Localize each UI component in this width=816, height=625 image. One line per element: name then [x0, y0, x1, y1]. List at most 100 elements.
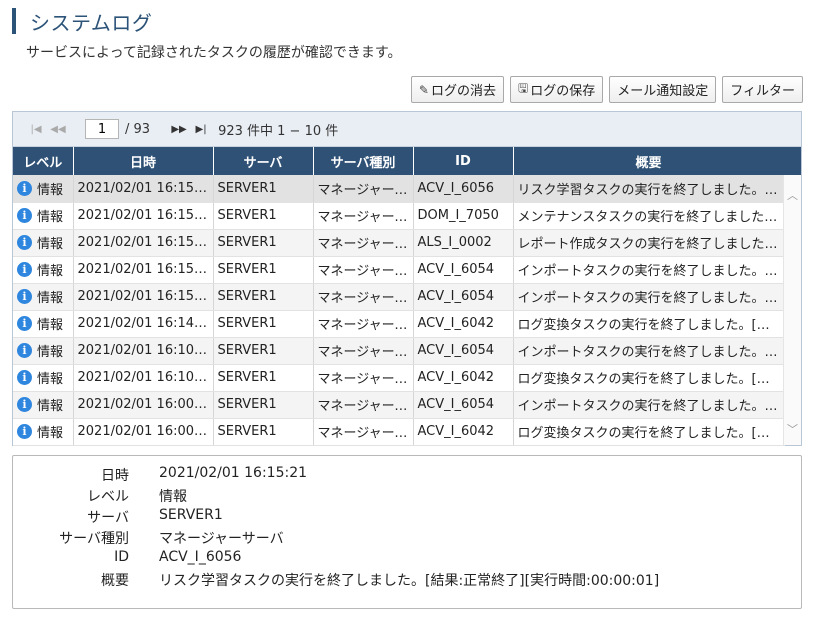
- cell-id: ACV_I_6042: [413, 418, 514, 446]
- cell-id: ACV_I_6056: [413, 175, 514, 203]
- cell-server-type: マネージャーサーバ: [313, 418, 414, 446]
- table-row[interactable]: i 情報 2021/02/01 16:14:50SERVER1マネージャーサーバAC…: [13, 310, 785, 338]
- filter-button[interactable]: フィルター: [722, 76, 803, 103]
- table-row[interactable]: i 情報 2021/02/01 16:15:03SERVER1マネージャーサーバAC…: [13, 256, 785, 284]
- cell-level: i 情報: [13, 391, 74, 419]
- cell-id: ACV_I_6054: [413, 337, 514, 365]
- clear-log-button[interactable]: ✎ ログの消去: [410, 76, 504, 103]
- cell-level-text: 情報: [37, 291, 64, 306]
- cell-id: ACV_I_6054: [413, 391, 514, 419]
- cell-server-type: マネージャーサーバ: [313, 310, 414, 338]
- cell-server: SERVER1: [213, 418, 314, 446]
- detail-value-id: ACV_I_6056: [159, 549, 242, 565]
- cell-level: i 情報: [13, 283, 74, 311]
- page-subtitle: サービスによって記録されたタスクの履歴が確認できます。: [26, 45, 402, 61]
- mail-notification-label: メール通知設定: [617, 84, 709, 99]
- cell-server: SERVER1: [213, 364, 314, 392]
- toolbar: ✎ ログの消去 🖫 ログの保存 メール通知設定 フィルター: [410, 76, 803, 103]
- save-log-label: ログの保存: [530, 84, 596, 99]
- info-icon: i: [17, 262, 32, 277]
- eraser-icon: ✎: [418, 82, 429, 97]
- col-header-server-type[interactable]: サーバ種別: [313, 147, 414, 175]
- info-icon: i: [17, 289, 32, 304]
- cell-level: i 情報: [13, 337, 74, 365]
- table-row[interactable]: i 情報 2021/02/01 16:15:10SERVER1マネージャーサーバDO…: [13, 202, 785, 230]
- cell-server-type: マネージャーサーバ: [313, 229, 414, 257]
- detail-label-id: ID: [114, 549, 129, 565]
- first-page-icon[interactable]: |◀: [25, 124, 47, 135]
- cell-summary: メンテナンスタスクの実行を終了しました。[結果:正常終了]: [513, 202, 785, 230]
- cell-level-text: 情報: [37, 182, 64, 198]
- table-row[interactable]: i 情報 2021/02/01 16:10:30SERVER1マネージャーサーバAC…: [13, 337, 785, 365]
- prev-page-icon[interactable]: ◀◀: [47, 124, 69, 135]
- cell-id: ACV_I_6054: [413, 256, 514, 284]
- filter-label: フィルター: [730, 84, 795, 99]
- cell-datetime: 2021/02/01 16:15:10: [73, 202, 214, 230]
- info-icon: i: [17, 424, 32, 439]
- col-header-summary[interactable]: 概要: [513, 147, 785, 175]
- cell-server: SERVER1: [213, 175, 314, 203]
- info-icon: i: [17, 180, 32, 196]
- save-log-button[interactable]: 🖫 ログの保存: [509, 76, 604, 103]
- cell-server: SERVER1: [213, 256, 314, 284]
- cell-level: i 情報: [13, 256, 74, 284]
- last-page-icon[interactable]: ▶|: [190, 124, 212, 135]
- col-header-datetime[interactable]: 日時: [73, 147, 214, 175]
- detail-value-level: 情報: [159, 489, 187, 505]
- detail-label-datetime: 日時: [101, 468, 129, 484]
- scroll-down-icon[interactable]: ﹀: [787, 421, 798, 437]
- detail-label-level: レベル: [87, 489, 129, 505]
- cell-level-text: 情報: [37, 345, 64, 360]
- col-header-level[interactable]: レベル: [13, 147, 74, 175]
- cell-server: SERVER1: [213, 391, 314, 419]
- cell-server-type: マネージャーサーバ: [313, 175, 414, 203]
- detail-value-summary: リスク学習タスクの実行を終了しました。[結果:正常終了][実行時間:00:00:…: [159, 573, 660, 589]
- cell-server-type: マネージャーサーバ: [313, 283, 414, 311]
- next-page-icon[interactable]: ▶▶: [168, 124, 190, 135]
- cell-datetime: 2021/02/01 16:00:20: [73, 418, 214, 446]
- detail-value-server: SERVER1: [159, 507, 223, 523]
- detail-value-datetime: 2021/02/01 16:15:21: [159, 465, 308, 481]
- detail-label-server-type: サーバ種別: [59, 531, 129, 547]
- pager: |◀ ◀◀ / 93 ▶▶ ▶| 923 件中 1 − 10 件: [13, 112, 801, 147]
- cell-summary: インポートタスクの実行を終了しました。[結果:正常終了]: [513, 256, 785, 284]
- scroll-up-icon[interactable]: ︿: [787, 187, 798, 203]
- cell-summary: リスク学習タスクの実行を終了しました。[結果:正常終了][実行時間:00:00:…: [513, 175, 785, 203]
- log-table: レベル 日時 サーバ サーバ種別 ID 概要 i 情報 2021/02/01 16:…: [13, 147, 785, 446]
- table-row[interactable]: i 情報 2021/02/01 16:15:21SERVER1マネージャーサーバAC…: [13, 175, 785, 203]
- page-title: システムログ: [30, 10, 153, 35]
- col-header-id[interactable]: ID: [413, 147, 514, 175]
- vertical-scrollbar[interactable]: ︿ ﹀: [783, 175, 801, 445]
- mail-notification-button[interactable]: メール通知設定: [609, 76, 717, 103]
- table-row[interactable]: i 情報 2021/02/01 16:00:30SERVER1マネージャーサーバAC…: [13, 391, 785, 419]
- cell-id: ALS_I_0002: [413, 229, 514, 257]
- cell-datetime: 2021/02/01 16:10:20: [73, 364, 214, 392]
- table-row[interactable]: i 情報 2021/02/01 16:15:01SERVER1マネージャーサーバAC…: [13, 283, 785, 311]
- col-header-server[interactable]: サーバ: [213, 147, 314, 175]
- cell-datetime: 2021/02/01 16:14:50: [73, 310, 214, 338]
- detail-label-summary: 概要: [101, 573, 129, 589]
- detail-value-server-type: マネージャーサーバ: [159, 531, 284, 547]
- cell-summary: ログ変換タスクの実行を終了しました。[結果:正常終了]: [513, 364, 785, 392]
- cell-id: DOM_I_7050: [413, 202, 514, 230]
- floppy-disk-icon: 🖫: [517, 81, 529, 95]
- cell-summary: レポート作成タスクの実行を終了しました。[結果:正常終了]: [513, 229, 785, 257]
- detail-panel: 日時 2021/02/01 16:15:21 レベル 情報 サーバ SERVER…: [12, 455, 802, 609]
- cell-summary: ログ変換タスクの実行を終了しました。[結果:正常終了]: [513, 418, 785, 446]
- cell-server: SERVER1: [213, 202, 314, 230]
- table-row[interactable]: i 情報 2021/02/01 16:10:20SERVER1マネージャーサーバAC…: [13, 364, 785, 392]
- page-number-input[interactable]: [85, 119, 119, 139]
- page-title-bar: システムログ: [12, 8, 153, 35]
- cell-server-type: マネージャーサーバ: [313, 364, 414, 392]
- table-row[interactable]: i 情報 2021/02/01 16:15:05SERVER1マネージャーサーバAL…: [13, 229, 785, 257]
- scroll-header-corner: [783, 147, 801, 175]
- cell-summary: インポートタスクの実行を終了しました。[結果:正常終了]: [513, 337, 785, 365]
- info-icon: i: [17, 397, 32, 412]
- cell-server: SERVER1: [213, 229, 314, 257]
- info-icon: i: [17, 235, 32, 250]
- cell-level: i 情報: [13, 229, 74, 257]
- cell-server: SERVER1: [213, 310, 314, 338]
- table-row[interactable]: i 情報 2021/02/01 16:00:20SERVER1マネージャーサーバAC…: [13, 418, 785, 446]
- cell-summary: インポートタスクの実行を終了しました。[結果:正常終了]: [513, 391, 785, 419]
- cell-level-text: 情報: [37, 426, 64, 441]
